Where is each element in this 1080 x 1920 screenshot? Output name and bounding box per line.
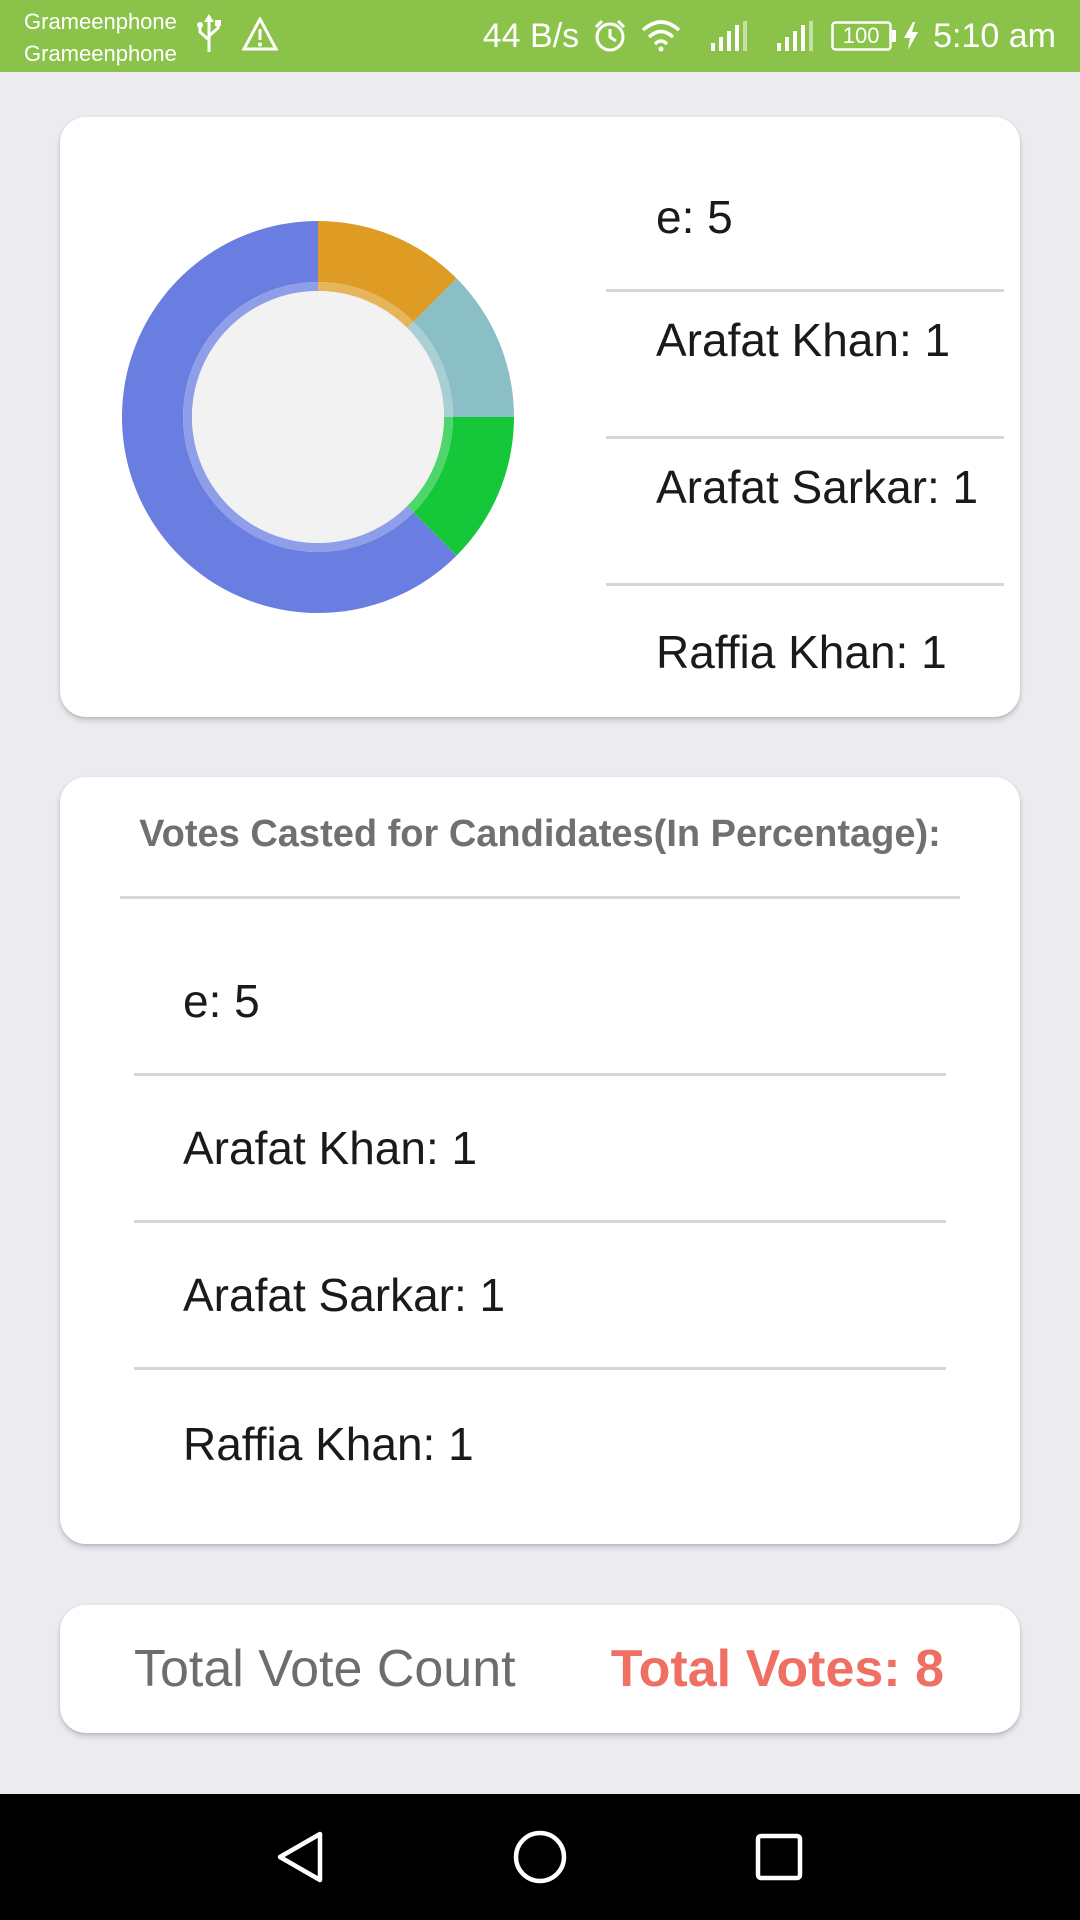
divider	[120, 896, 960, 899]
carrier-name: Grameenphone	[24, 41, 177, 66]
vote-row: e: 5	[134, 929, 946, 1076]
legend-item: Arafat Sarkar: 1	[606, 439, 1004, 586]
carrier-names: Grameenphone Grameenphone	[24, 6, 177, 70]
total-votes-value: Total Votes: 8	[610, 1640, 944, 1698]
wifi-icon	[641, 20, 681, 52]
recents-icon[interactable]	[746, 1824, 812, 1890]
network-speed: 44 B/s	[482, 16, 580, 55]
vote-row: Arafat Khan: 1	[134, 1076, 946, 1223]
status-bar: Grameenphone Grameenphone 44 B/s 100 5:1…	[0, 0, 1080, 72]
clock: 5:10 am	[933, 16, 1056, 55]
vote-row: Raffia Khan: 1	[183, 1417, 474, 1470]
signal-icon	[777, 21, 814, 51]
chart-card: e: 5 Arafat Khan: 1 Arafat Sarkar: 1 Raf…	[60, 117, 1020, 717]
carrier-name: Grameenphone	[24, 9, 177, 34]
home-icon[interactable]	[507, 1824, 573, 1890]
votes-title: Votes Casted for Candidates(In Percentag…	[139, 813, 941, 855]
legend-item: Arafat Khan: 1	[606, 292, 1004, 439]
vote-row: Arafat Sarkar: 1	[134, 1223, 946, 1370]
notification-icons	[196, 14, 279, 59]
votes-card: Votes Casted for Candidates(In Percentag…	[60, 777, 1020, 1544]
back-icon[interactable]	[266, 1824, 332, 1890]
navigation-bar	[0, 1794, 1080, 1920]
donut-hole	[192, 291, 444, 543]
battery-icon: 100	[831, 21, 897, 51]
alarm-icon	[593, 19, 627, 53]
warning-icon	[241, 15, 279, 56]
signal-icon	[711, 21, 748, 51]
total-vote-count-label: Total Vote Count	[134, 1640, 516, 1698]
donut-chart	[122, 221, 514, 613]
charging-icon	[903, 22, 919, 50]
system-status: 44 B/s 100 5:10 am	[483, 14, 1056, 58]
legend-item: Raffia Khan: 1	[656, 626, 947, 678]
usb-icon	[196, 14, 222, 59]
legend-item: e: 5	[606, 173, 1004, 292]
battery-level: 100	[842, 23, 880, 48]
total-card: Total Vote Count Total Votes: 8	[60, 1605, 1020, 1733]
